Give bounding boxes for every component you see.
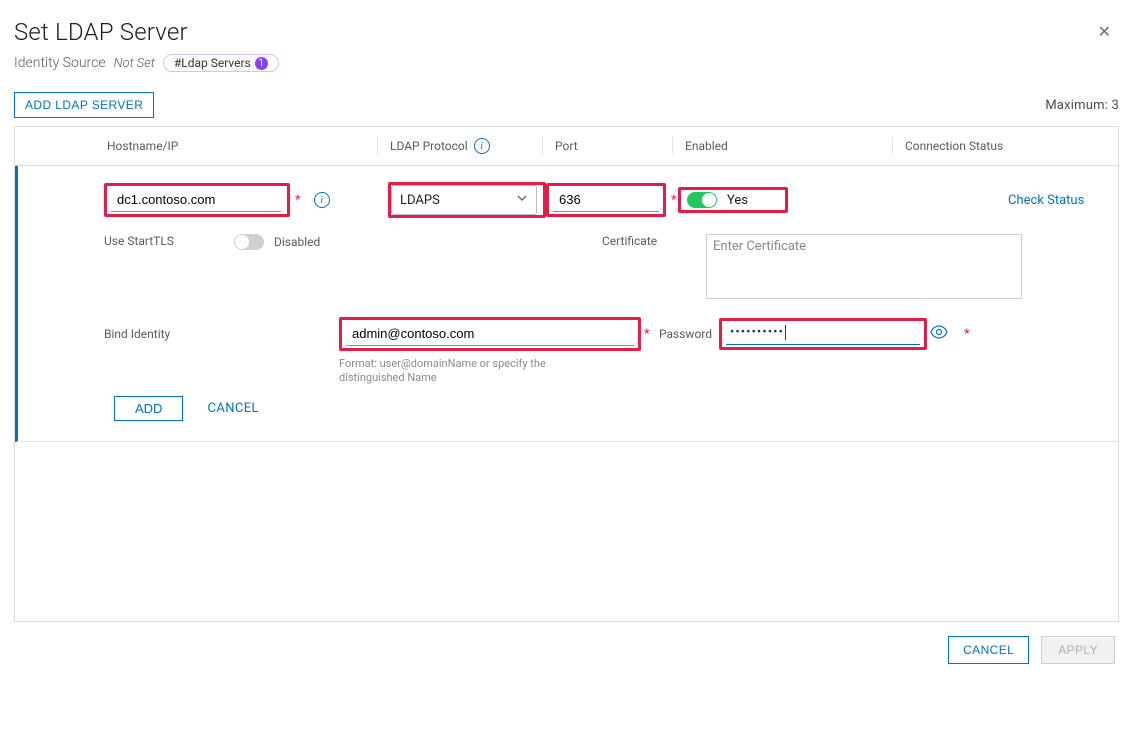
check-status-link[interactable]: Check Status (1008, 193, 1084, 208)
starttls-label: Use StartTLS (104, 234, 234, 248)
identity-source-status: Not Set (114, 56, 155, 71)
hostname-input[interactable] (111, 188, 281, 212)
pill-count-badge: 1 (255, 57, 268, 70)
th-connection-status: Connection Status (892, 137, 1118, 155)
tls-cert-row: Use StartTLS Disabled Certificate (18, 226, 1118, 311)
th-port: Port (542, 137, 672, 155)
port-highlight (546, 183, 666, 217)
protocol-highlight: LDAPS (388, 182, 546, 218)
starttls-toggle[interactable] (234, 234, 264, 250)
set-ldap-server-dialog: Set LDAP Server ✕ Identity Source Not Se… (0, 0, 1133, 674)
bind-identity-input[interactable] (346, 322, 634, 346)
servers-panel: Hostname/IP LDAP Protocol i Port Enabled… (14, 126, 1119, 622)
info-icon[interactable]: i (474, 138, 490, 154)
password-label: Password (659, 327, 719, 341)
enabled-toggle[interactable] (687, 192, 717, 208)
required-indicator: * (671, 193, 677, 208)
certificate-textarea[interactable] (706, 234, 1022, 299)
bind-identity-label: Bind Identity (104, 327, 236, 341)
pill-label: #Ldap Servers (174, 56, 251, 70)
primary-row: * i LDAPS * (18, 174, 1118, 226)
bind-hint-row: Format: user@domainName or specify the d… (18, 357, 1118, 386)
add-ldap-server-button[interactable]: ADD LDAP SERVER (14, 92, 154, 118)
dialog-header: Set LDAP Server ✕ (14, 18, 1119, 46)
bind-identity-highlight (339, 317, 641, 351)
hostname-highlight (104, 183, 290, 217)
bind-identity-hint: Format: user@domainName or specify the d… (339, 357, 579, 386)
port-input[interactable] (553, 188, 659, 212)
maximum-note: Maximum: 3 (1045, 98, 1119, 113)
bind-password-row: Bind Identity * Password •••••••••• (18, 311, 1118, 357)
th-hostname: Hostname/IP (107, 137, 377, 155)
row-add-button[interactable]: ADD (114, 396, 183, 421)
info-icon[interactable]: i (314, 192, 330, 208)
toolbar: ADD LDAP SERVER Maximum: 3 (14, 92, 1119, 118)
password-highlight: •••••••••• (719, 318, 927, 350)
table-header-row: Hostname/IP LDAP Protocol i Port Enabled… (15, 127, 1118, 166)
row-cancel-button[interactable]: CANCEL (207, 401, 258, 416)
th-enabled: Enabled (672, 137, 892, 155)
dialog-cancel-button[interactable]: CANCEL (948, 636, 1029, 664)
dialog-footer: CANCEL APPLY (14, 622, 1119, 664)
required-indicator: * (295, 193, 301, 208)
required-indicator: * (964, 327, 974, 342)
password-input[interactable]: •••••••••• (730, 325, 786, 340)
protocol-selected-value: LDAPS (400, 193, 440, 208)
server-edit-row: * i LDAPS * (15, 166, 1118, 442)
required-indicator: * (644, 327, 654, 342)
enabled-highlight: Yes (678, 187, 788, 213)
th-protocol: LDAP Protocol i (377, 137, 542, 155)
dialog-apply-button[interactable]: APPLY (1041, 636, 1115, 664)
ldap-servers-pill[interactable]: #Ldap Servers 1 (163, 54, 279, 72)
password-field-wrap: •••••••••• (726, 323, 920, 345)
identity-source-label: Identity Source (14, 55, 106, 71)
starttls-state: Disabled (274, 235, 320, 249)
enabled-text: Yes (727, 193, 748, 208)
chevron-down-icon (516, 192, 528, 208)
dialog-subheader: Identity Source Not Set #Ldap Servers 1 (14, 54, 1119, 72)
row-actions: ADD CANCEL (18, 386, 1118, 433)
eye-icon[interactable] (919, 325, 959, 343)
certificate-label: Certificate (602, 234, 706, 248)
close-icon[interactable]: ✕ (1090, 18, 1119, 45)
ldap-protocol-select[interactable]: LDAPS (391, 185, 537, 215)
dialog-title: Set LDAP Server (14, 18, 188, 46)
